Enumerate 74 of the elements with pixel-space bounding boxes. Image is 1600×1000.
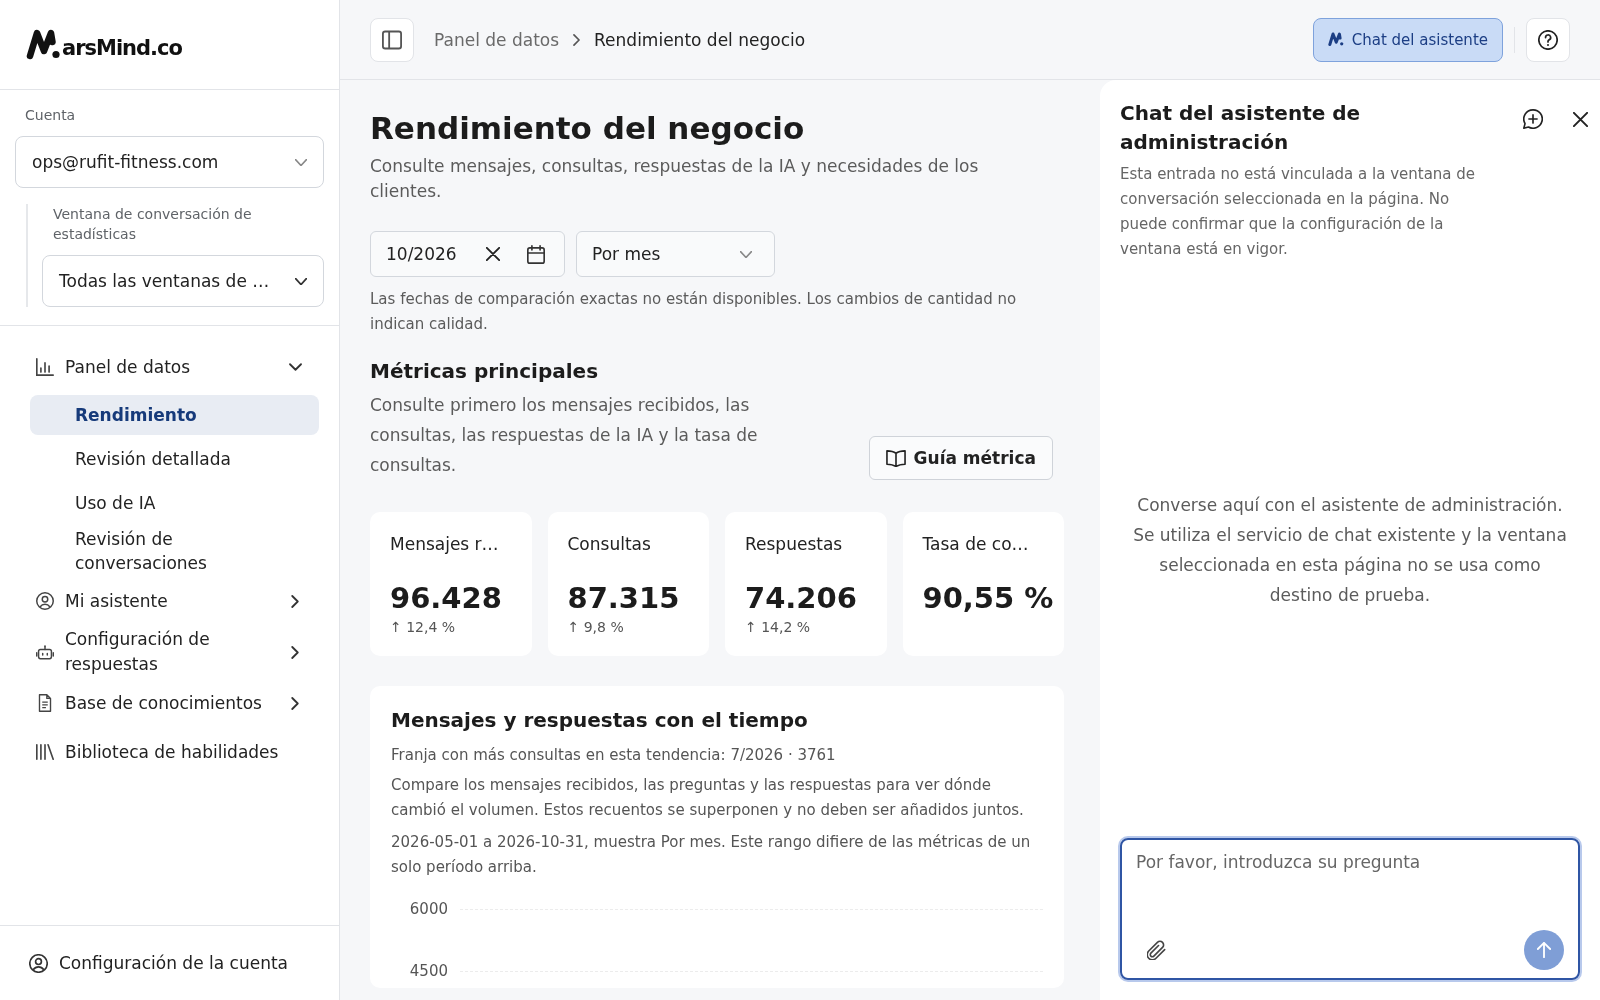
nav-subitem[interactable]: Revisión de conversaciones	[30, 527, 319, 575]
axis-label: 6000	[408, 900, 448, 918]
assistant-chat-button[interactable]: Chat del asistente	[1312, 17, 1503, 62]
period-select[interactable]: Por mes	[576, 231, 775, 277]
robot-icon	[36, 643, 54, 661]
chevron-down-icon	[295, 158, 307, 166]
nav-subitem[interactable]: Uso de IA	[30, 483, 319, 523]
metric-label: Tasa de co…	[922, 533, 1030, 556]
nav-item[interactable]: Mi asistente	[30, 578, 319, 624]
sidebar-icon	[382, 29, 402, 50]
window-select[interactable]: Todas las ventanas de …	[42, 255, 324, 307]
date-field[interactable]: 10/2026	[370, 231, 565, 277]
metric-guide-button[interactable]: Guía métrica	[868, 436, 1053, 480]
page-title: Rendimiento del negocio	[370, 109, 806, 148]
metric-label: Consultas	[567, 533, 652, 556]
chevron-right-icon[interactable]	[291, 594, 299, 608]
calendar-icon[interactable]	[527, 244, 545, 264]
chat-notice: Esta entrada no está vinculada a la ventana de conversación seleccionada en la página. No puede confirmar que la configuración de la ventana está en vigor.	[1120, 164, 1477, 260]
chevron-down-icon[interactable]	[289, 363, 302, 371]
window-filter-label: Ventana de conversación de estadísticas	[52, 205, 253, 244]
metric-change: ↑ 9,8 %	[567, 618, 625, 636]
close-icon[interactable]	[1573, 111, 1588, 127]
trend-title: Mensajes y respuestas con el tiempo	[391, 707, 809, 734]
chevron-right-icon[interactable]	[291, 696, 299, 710]
help-icon	[1538, 29, 1558, 50]
account-select[interactable]: ops@rufit-fitness.com	[15, 136, 324, 188]
chat-title: Chat del asistente de administración	[1120, 100, 1362, 156]
library-icon	[36, 743, 54, 761]
chat-empty-message: Converse aquí con el asistente de administración. Se utiliza el servicio de chat existente y la ventana seleccionada en esta página no se usa como destino de prueba.	[1133, 494, 1567, 607]
nav-item[interactable]: Base de conocimientos	[30, 680, 319, 726]
metric-change: ↑ 12,4 %	[390, 618, 457, 636]
nav-item[interactable]: Panel de datos	[30, 344, 319, 390]
axis-label: 4500	[408, 962, 448, 980]
message-input[interactable]: Por favor, introduzca su pregunta	[1136, 850, 1564, 930]
section-title: Métricas principales	[370, 358, 600, 385]
section-description: Consulte primero los mensajes recibidos, las consultas, las respuestas de la IA y la tasa de consultas.	[370, 394, 759, 477]
document-icon	[36, 694, 54, 712]
arrow-up-icon	[1537, 942, 1551, 958]
clear-icon[interactable]	[486, 247, 500, 261]
new-chat-icon[interactable]	[1523, 109, 1543, 129]
metric-value: 96.428	[390, 580, 503, 617]
nav-subitem[interactable]: Revisión detallada	[30, 439, 319, 479]
book-icon	[885, 449, 906, 467]
sidebar-toggle-button[interactable]	[370, 17, 414, 62]
logo-mark-icon	[1327, 32, 1344, 47]
comparison-note: Las fechas de comparación exactas no están disponibles. Los cambios de cantidad no indican calidad.	[370, 289, 1018, 335]
page-subtitle: Consulte mensajes, consultas, respuestas de la IA y necesidades de los clientes.	[370, 155, 980, 203]
chevron-right-icon[interactable]	[291, 645, 299, 659]
breadcrumb-current: Rendimiento del negocio	[594, 29, 806, 50]
trend-peak: Franja con más consultas en esta tendencia: 7/2026 · 3761	[391, 745, 837, 766]
account-settings-link[interactable]: Configuración de la cuenta	[29, 953, 288, 973]
message-composer[interactable]: Por favor, introduzca su pregunta	[1120, 838, 1580, 980]
metric-label: Respuestas	[745, 533, 844, 556]
metric-label: Mensajes r…	[390, 533, 500, 556]
chevron-down-icon	[295, 277, 307, 285]
nav-item[interactable]: Biblioteca de habilidades	[30, 729, 319, 775]
chevron-down-icon	[740, 250, 752, 258]
nav-subitem[interactable]: Rendimiento	[30, 395, 319, 435]
trend-range-note: 2026-05-01 a 2026-10-31, muestra Por mes. Este rango difiere de las métricas de un solo período arriba.	[391, 832, 1032, 878]
breadcrumb-link[interactable]: Panel de datos	[434, 29, 560, 50]
brand-name: arsMind.co	[62, 36, 182, 60]
metric-value: 74.206	[745, 580, 858, 617]
metric-value: 87.315	[567, 580, 681, 617]
metric-value: 90,55 %	[922, 580, 1055, 617]
user-circle-icon	[36, 592, 54, 610]
trend-description: Compare los mensajes recibidos, las preguntas y las respuestas para ver dónde cambió el volumen. Estos recuentos se superponen y no deben ser añadidos juntos.	[391, 775, 1025, 821]
chevron-right-icon	[573, 33, 581, 46]
paperclip-icon[interactable]	[1147, 940, 1166, 960]
account-label: Cuenta	[24, 106, 77, 125]
nav-item[interactable]: Configuración de respuestas	[30, 627, 319, 677]
bar-chart-icon	[36, 358, 54, 376]
logo-mark-icon	[26, 28, 61, 61]
metric-change: ↑ 14,2 %	[745, 618, 812, 636]
help-button[interactable]	[1526, 17, 1570, 62]
